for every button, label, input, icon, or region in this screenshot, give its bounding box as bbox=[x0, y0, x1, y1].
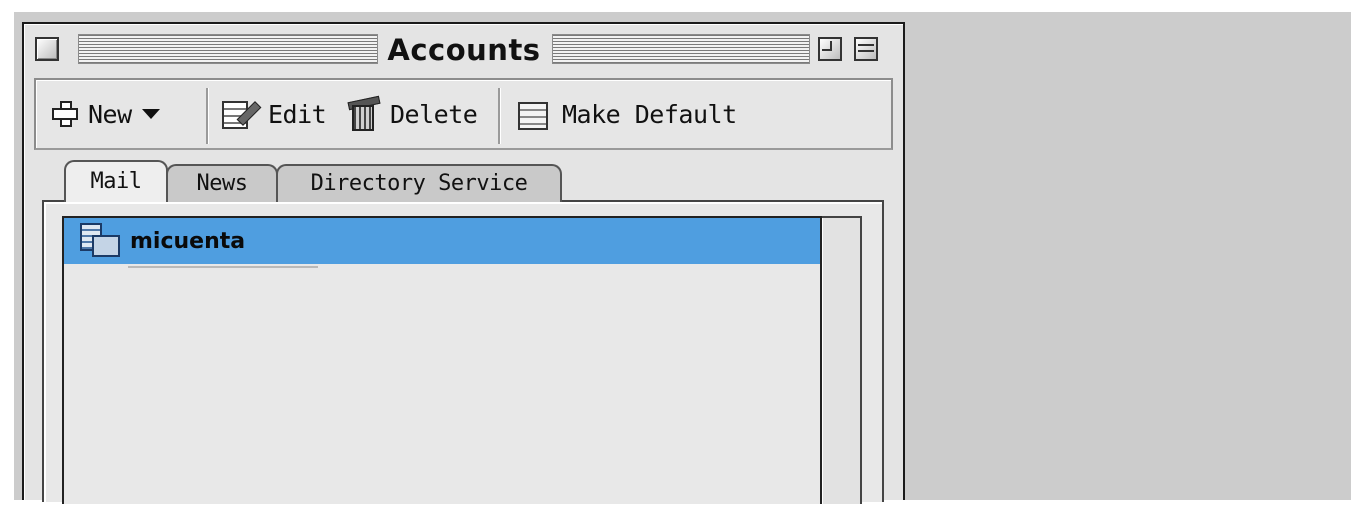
toolbar-separator bbox=[206, 88, 208, 144]
toolbar: New Edit Delete Make Default bbox=[34, 78, 893, 150]
list-item[interactable]: micuenta bbox=[64, 218, 820, 264]
title-bar[interactable]: Accounts bbox=[24, 24, 903, 74]
delete-button-label: Delete bbox=[390, 99, 478, 129]
accounts-list[interactable]: micuenta bbox=[62, 216, 822, 504]
toolbar-separator bbox=[498, 88, 500, 144]
new-button-label: New bbox=[88, 99, 132, 129]
collapse-box-icon[interactable] bbox=[854, 37, 878, 61]
title-stripes-right bbox=[552, 34, 810, 64]
dropdown-arrow-icon bbox=[141, 109, 160, 119]
make-default-button[interactable]: Make Default bbox=[514, 94, 737, 134]
tab-directory-service[interactable]: Directory Service bbox=[276, 164, 562, 202]
row-divider bbox=[128, 266, 318, 268]
tab-panel: micuenta bbox=[42, 200, 884, 504]
zoom-box-icon[interactable] bbox=[818, 37, 842, 61]
account-type-tabs: Directory Service News Mail bbox=[44, 158, 884, 202]
make-default-button-label: Make Default bbox=[562, 99, 737, 129]
delete-button[interactable]: Delete bbox=[342, 94, 478, 134]
edit-button[interactable]: Edit bbox=[220, 94, 327, 134]
plus-icon bbox=[50, 99, 80, 129]
tab-news[interactable]: News bbox=[166, 164, 278, 202]
title-stripes-left bbox=[78, 34, 378, 64]
account-name: micuenta bbox=[130, 228, 246, 254]
edit-icon bbox=[220, 97, 262, 131]
scrollbar[interactable] bbox=[822, 216, 862, 504]
mail-account-icon bbox=[78, 219, 126, 263]
accounts-window: Accounts New Edit Delete Make Default Di… bbox=[22, 22, 905, 504]
new-button[interactable]: New bbox=[50, 94, 160, 134]
close-box-icon[interactable] bbox=[35, 37, 59, 61]
edit-button-label: Edit bbox=[268, 99, 327, 129]
make-default-icon bbox=[514, 96, 554, 132]
trash-icon bbox=[342, 95, 382, 133]
tab-mail[interactable]: Mail bbox=[64, 160, 168, 202]
window-title: Accounts bbox=[387, 33, 541, 67]
